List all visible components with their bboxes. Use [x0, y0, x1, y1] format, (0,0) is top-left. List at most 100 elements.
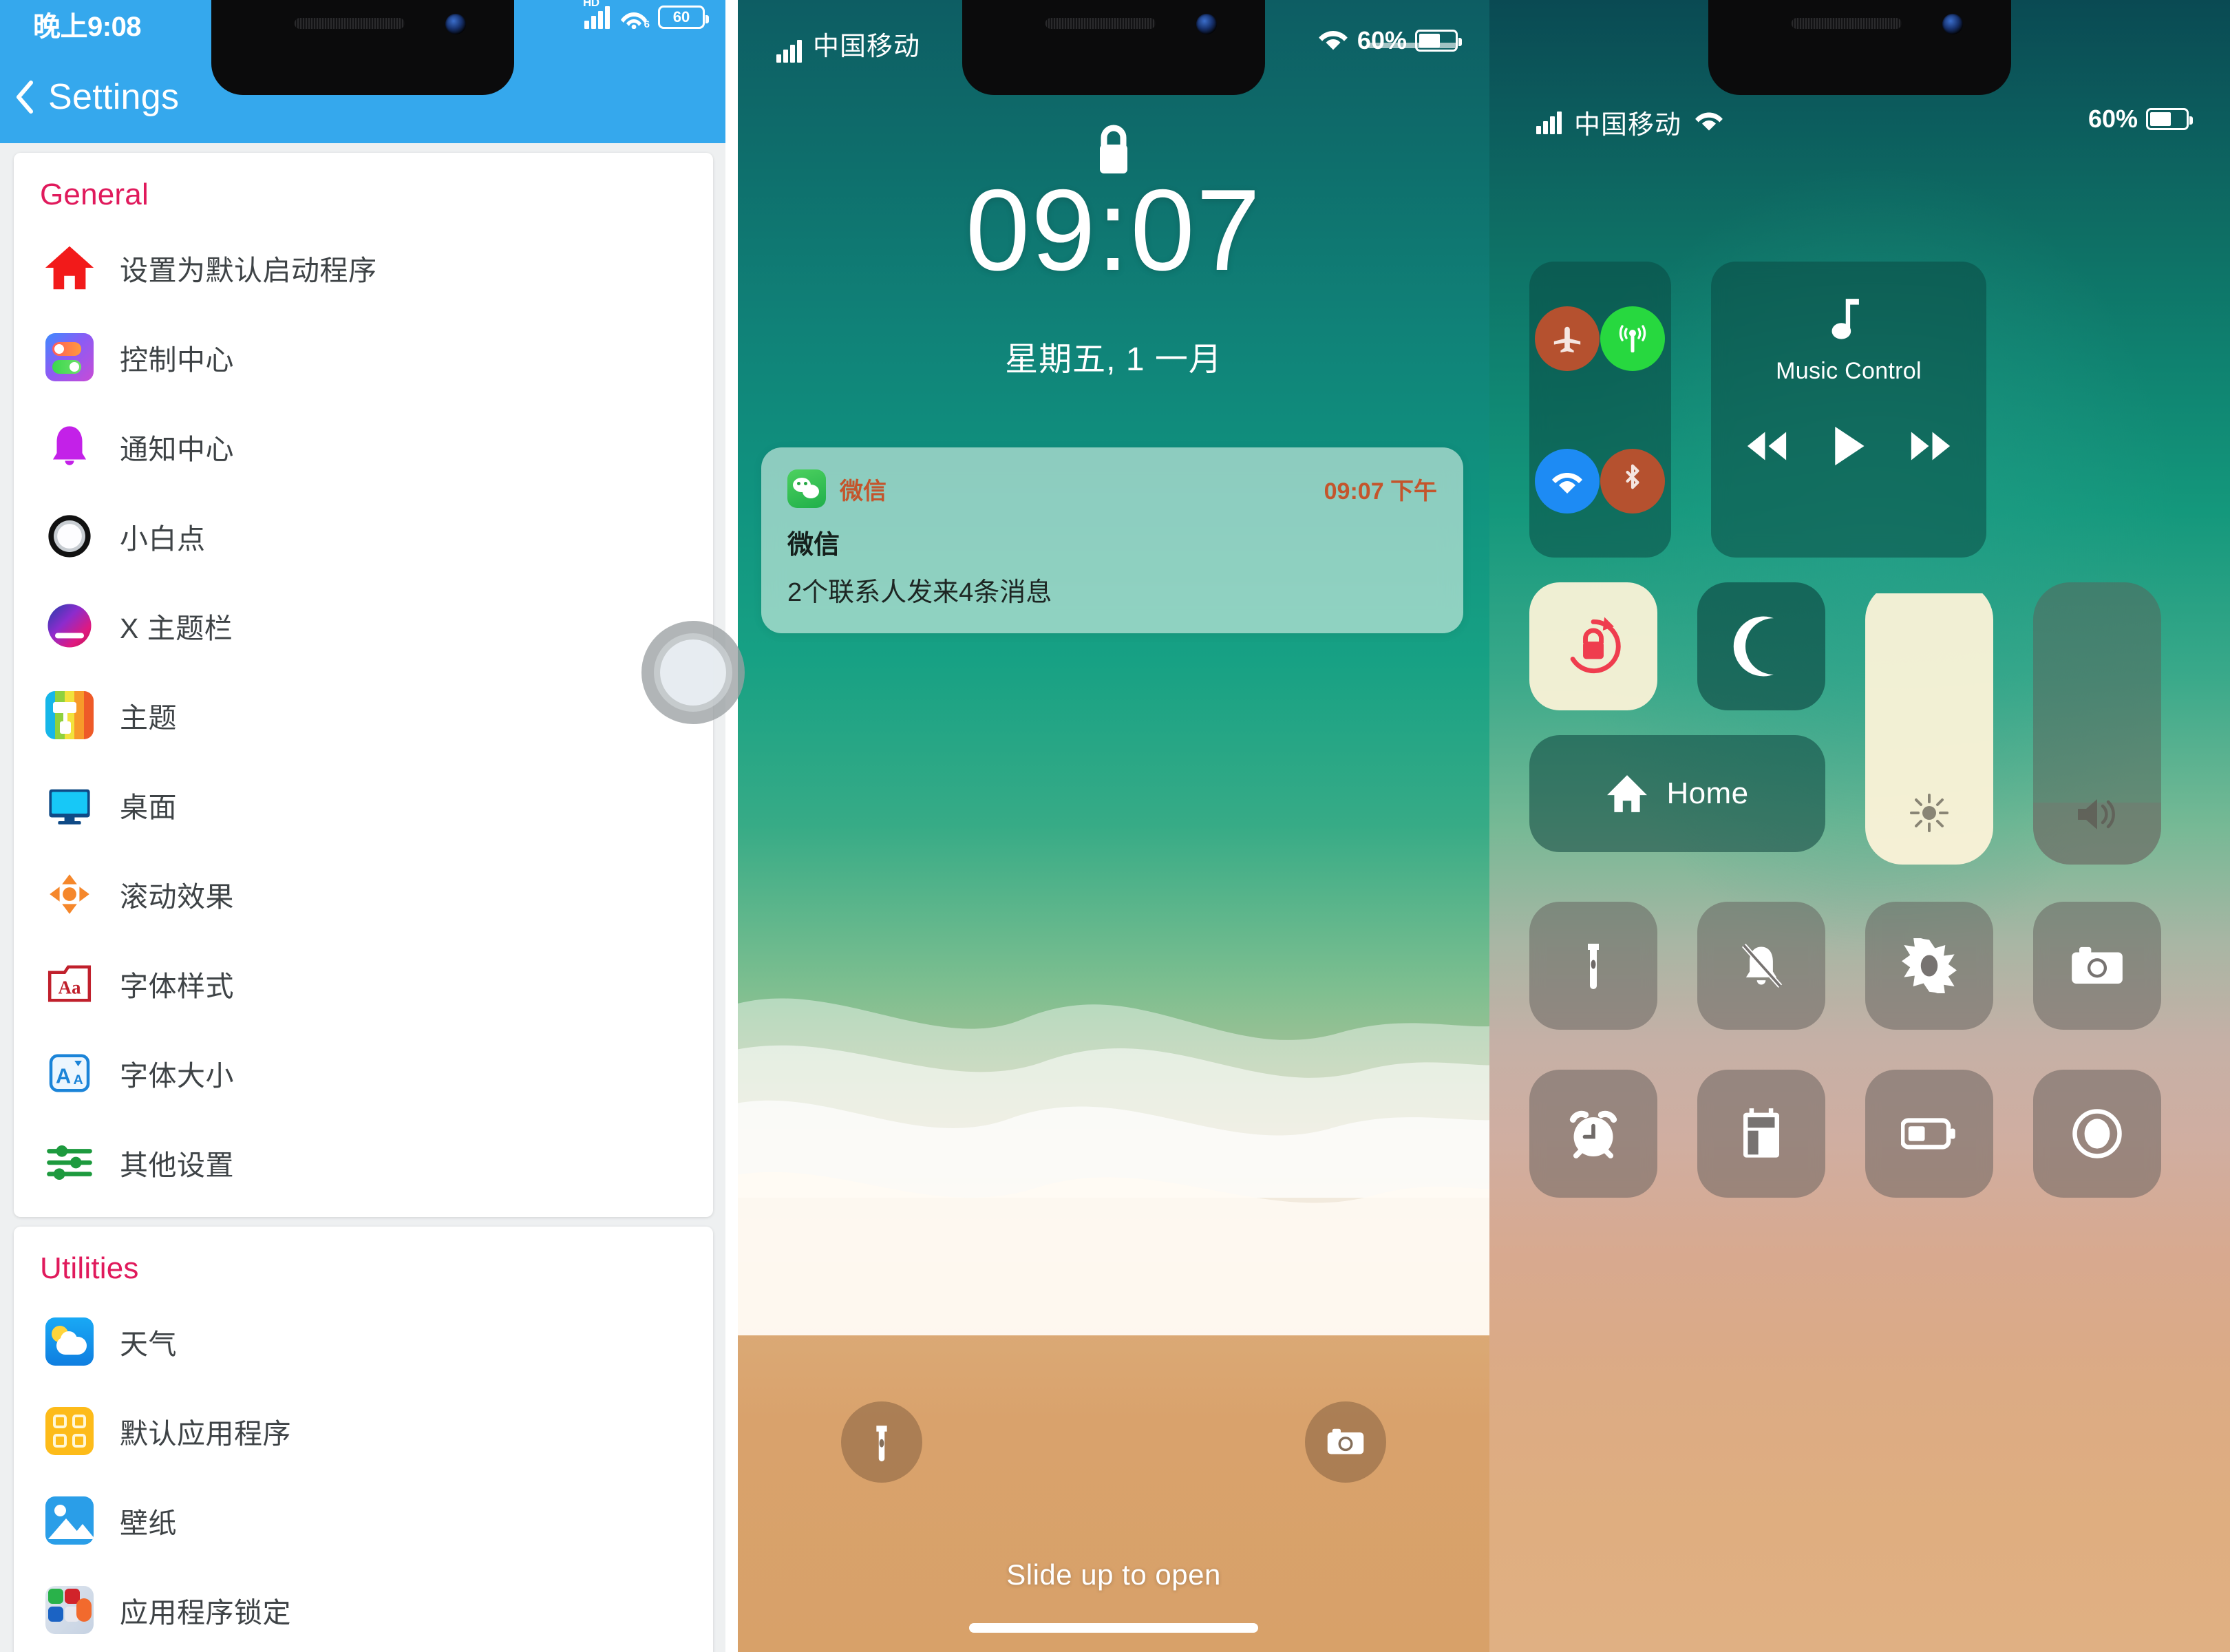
- app-lock-icon: [40, 1580, 99, 1640]
- wifi-generation-label: 6: [644, 19, 650, 30]
- cc-status-bar: 中国移动 60%: [1489, 103, 2230, 145]
- rotation-lock-toggle[interactable]: [1529, 582, 1657, 710]
- low-power-tile[interactable]: [1865, 1070, 1993, 1198]
- brightness-icon: [1901, 938, 1957, 993]
- sidebar-item-wallpaper[interactable]: 壁纸: [14, 1476, 713, 1565]
- music-control-tile[interactable]: Music Control: [1710, 262, 1986, 558]
- bluetooth-toggle[interactable]: [1600, 448, 1666, 513]
- screen-record-tile[interactable]: [2032, 1070, 2161, 1198]
- sidebar-item-default-apps[interactable]: 默认应用程序: [14, 1386, 713, 1476]
- camera-tile[interactable]: [2032, 902, 2161, 1030]
- home-indicator[interactable]: [969, 1623, 1259, 1633]
- wifi-icon: 6: [619, 6, 650, 30]
- alarm-clock-icon: [1569, 1110, 1617, 1158]
- camera-button[interactable]: [1304, 1401, 1386, 1483]
- back-chevron-icon[interactable]: [0, 81, 48, 114]
- default-apps-icon: [40, 1401, 99, 1461]
- home-tile-label: Home: [1666, 776, 1749, 810]
- do-not-disturb-toggle[interactable]: [1697, 582, 1825, 710]
- sidebar-item-label: 通知中心: [120, 434, 234, 465]
- device-notch: [1708, 0, 2011, 95]
- sidebar-item-label: 应用程序锁定: [120, 1597, 291, 1629]
- calculator-tile[interactable]: [1697, 1070, 1825, 1198]
- sidebar-item-assistive-touch[interactable]: 小白点: [14, 491, 713, 581]
- home-icon: [1607, 775, 1648, 812]
- sidebar-item-weather[interactable]: 天气: [14, 1297, 713, 1386]
- carrier-label: 中国移动: [813, 32, 921, 61]
- sidebar-item-label: 小白点: [120, 523, 206, 555]
- sidebar-item-label: 天气: [120, 1328, 177, 1360]
- battery-icon: 60: [658, 6, 709, 29]
- sidebar-item-theme[interactable]: 主题: [14, 670, 713, 760]
- sidebar-item-default-launcher[interactable]: 设置为默认启动程序: [14, 223, 713, 313]
- lock-bottom-bar: Slide up to open: [738, 1401, 1489, 1652]
- sidebar-item-desktop[interactable]: 桌面: [14, 760, 713, 849]
- flashlight-icon: [876, 1426, 887, 1461]
- hd-label: HD: [583, 0, 599, 9]
- volume-icon: [2075, 795, 2119, 837]
- sidebar-item-label: 桌面: [120, 792, 177, 823]
- brightness-tile[interactable]: [1865, 902, 1993, 1030]
- battery-icon: [1414, 30, 1462, 52]
- flashlight-icon: [1587, 944, 1599, 989]
- sidebar-item-scroll-effect[interactable]: 滚动效果: [14, 849, 713, 939]
- sidebar-item-other-settings[interactable]: 其他设置: [14, 1118, 713, 1207]
- svg-text:Aa: Aa: [59, 977, 81, 997]
- battery-half-icon: [1900, 1118, 1955, 1150]
- silent-mode-tile[interactable]: [1697, 902, 1825, 1030]
- x-statusbar-icon: [40, 596, 99, 655]
- earpiece-speaker: [294, 18, 405, 29]
- earpiece-speaker: [1791, 18, 1902, 29]
- flashlight-tile[interactable]: [1529, 902, 1657, 1030]
- section-title-general: General: [40, 178, 149, 211]
- cc-utility-grid: [1529, 902, 2194, 1198]
- sidebar-item-font-style[interactable]: Aa 字体样式: [14, 939, 713, 1028]
- cc-second-row: Home: [1529, 582, 2194, 865]
- brightness-slider[interactable]: [1865, 582, 1993, 865]
- cellular-signal-icon: [776, 39, 803, 63]
- assistive-touch-button[interactable]: [641, 621, 745, 724]
- notification-body: 2个联系人发来4条消息: [787, 578, 1052, 607]
- font-style-icon: Aa: [40, 954, 99, 1013]
- wifi-toggle[interactable]: [1535, 448, 1600, 513]
- flashlight-button[interactable]: [841, 1401, 923, 1483]
- control-center-icon: [40, 328, 99, 387]
- music-control-label: Music Control: [1776, 358, 1922, 384]
- lock-clock: 09:07: [965, 165, 1262, 295]
- sidebar-item-label: 主题: [120, 702, 177, 734]
- notification-title: 微信: [787, 531, 840, 560]
- fast-forward-icon[interactable]: [1909, 430, 1952, 465]
- home-tile[interactable]: Home: [1529, 735, 1825, 852]
- volume-slider[interactable]: [2032, 582, 2161, 865]
- camera-icon: [2072, 946, 2123, 984]
- slide-hint: Slide up to open: [1006, 1558, 1221, 1591]
- font-size-icon: A A: [40, 1044, 99, 1103]
- airplane-icon: [1554, 326, 1581, 352]
- front-camera: [445, 14, 467, 34]
- sidebar-item-control-center[interactable]: 控制中心: [14, 313, 713, 402]
- sidebar-item-x-statusbar[interactable]: X 主题栏: [14, 581, 713, 670]
- lock-status-bar: 中国移动 60%: [738, 21, 1489, 63]
- page-title: Settings: [48, 77, 180, 117]
- sidebar-item-app-lock[interactable]: 应用程序锁定: [14, 1565, 713, 1652]
- rewind-icon[interactable]: [1745, 430, 1788, 465]
- sidebar-item-notification-center[interactable]: 通知中心: [14, 402, 713, 491]
- assistive-touch-inner: [660, 639, 726, 706]
- cellular-antenna-icon: [1620, 324, 1646, 352]
- alarm-tile[interactable]: [1529, 1070, 1657, 1198]
- cellular-data-toggle[interactable]: [1600, 306, 1666, 371]
- bell-purple-icon: [40, 417, 99, 476]
- notification-card[interactable]: 微信 09:07 下午 微信 2个联系人发来4条消息: [761, 447, 1464, 633]
- bell-slash-icon: [1741, 943, 1783, 988]
- sidebar-item-font-size[interactable]: A A 字体大小: [14, 1028, 713, 1118]
- device-notch: [211, 0, 515, 95]
- rotation-lock-icon: [1570, 617, 1621, 674]
- wave-foam-upper: [738, 998, 1489, 1198]
- lock-date: 星期五, 1 一月: [1005, 341, 1222, 378]
- airplane-mode-toggle[interactable]: [1535, 306, 1600, 371]
- sidebar-item-label: 设置为默认启动程序: [120, 255, 377, 286]
- scroll-effect-icon: [40, 865, 99, 924]
- battery-percent: 60%: [1357, 26, 1407, 54]
- play-icon[interactable]: [1831, 425, 1867, 471]
- sidebar-item-label: 其他设置: [120, 1150, 234, 1181]
